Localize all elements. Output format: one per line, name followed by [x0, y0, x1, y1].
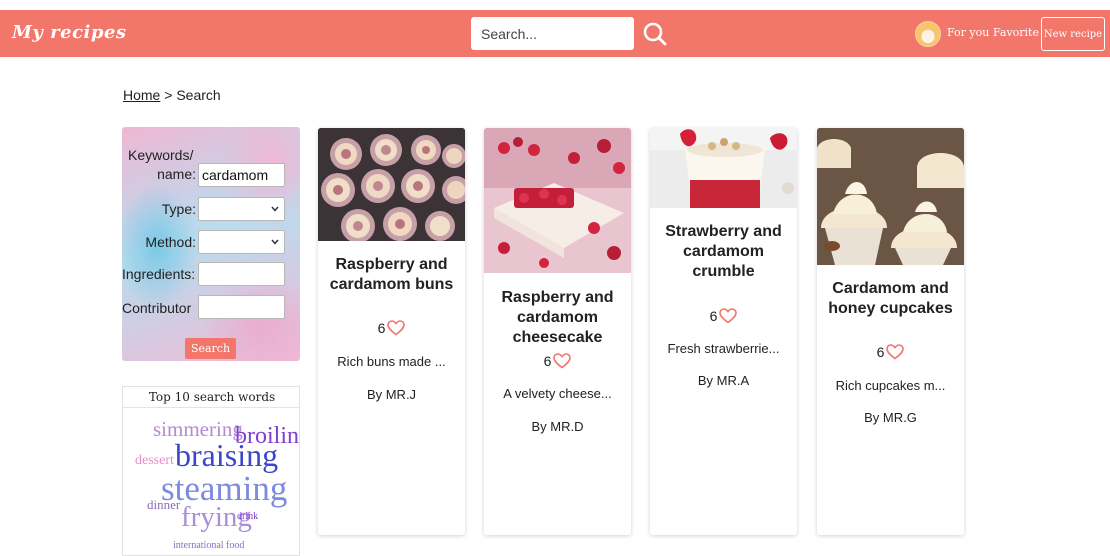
likes-count[interactable]: 6: [817, 344, 964, 360]
search-input[interactable]: [471, 17, 634, 50]
recipe-card[interactable]: Raspberry and cardamom buns 6 Rich buns …: [318, 128, 465, 535]
likes-value: 6: [377, 320, 386, 336]
nav-for-you[interactable]: For you: [947, 26, 989, 39]
method-select[interactable]: [198, 230, 285, 254]
heart-icon[interactable]: [553, 353, 572, 369]
recipe-description: Rich cupcakes m...: [835, 378, 946, 393]
likes-value: 6: [876, 344, 885, 360]
word-cloud-title: Top 10 search words: [123, 387, 299, 408]
recipe-image[interactable]: [817, 128, 964, 265]
search-icon[interactable]: [642, 21, 668, 47]
nav-favorite[interactable]: Favorite: [993, 26, 1039, 39]
recipe-title[interactable]: Raspberry and cardamom cheesecake: [490, 288, 625, 348]
likes-value: 6: [709, 308, 718, 324]
recipe-author[interactable]: By MR.A: [650, 373, 797, 388]
name-label: name:: [157, 166, 196, 182]
type-label: Type:: [161, 201, 196, 217]
keywords-input[interactable]: [198, 163, 285, 187]
recipe-title[interactable]: Cardamom and honey cupcakes: [823, 279, 958, 319]
recipe-image[interactable]: [484, 128, 631, 273]
ingredients-label: Ingredients:: [122, 266, 196, 282]
likes-count[interactable]: 6: [650, 308, 797, 324]
recipe-author[interactable]: By MR.G: [817, 410, 964, 425]
breadcrumb-home-link[interactable]: Home: [123, 87, 160, 103]
top-navbar: My recipes For you Favorite New recipe: [0, 10, 1110, 57]
keywords-label: Keywords/: [128, 147, 194, 163]
search-filter-panel: Keywords/ name: Type: Method: Ingredient…: [122, 127, 300, 361]
heart-icon[interactable]: [387, 320, 406, 336]
cloud-word[interactable]: dinner: [147, 497, 180, 513]
cloud-word[interactable]: dessert: [135, 453, 174, 469]
contributor-label: Contributor: [122, 300, 192, 316]
recipe-author[interactable]: By MR.D: [484, 419, 631, 434]
method-label: Method:: [145, 234, 196, 250]
recipe-image[interactable]: [650, 128, 797, 208]
recipe-card[interactable]: Strawberry and cardamom crumble 6 Fresh …: [650, 128, 797, 535]
breadcrumb-current: Search: [176, 87, 221, 103]
heart-icon[interactable]: [719, 308, 738, 324]
avatar[interactable]: [915, 21, 941, 47]
likes-count[interactable]: 6: [318, 320, 465, 336]
contributor-input[interactable]: [198, 295, 285, 319]
recipe-title[interactable]: Raspberry and cardamom buns: [324, 255, 459, 295]
ingredients-input[interactable]: [198, 262, 285, 286]
chevron-down-icon: [271, 206, 279, 212]
heart-icon[interactable]: [886, 344, 905, 360]
cloud-word[interactable]: drink: [237, 511, 258, 522]
recipe-description: Fresh strawberrie...: [667, 341, 780, 356]
likes-value: 6: [543, 353, 552, 369]
cloud-word[interactable]: international food: [173, 540, 244, 551]
chevron-down-icon: [271, 239, 279, 245]
recipe-title[interactable]: Strawberry and cardamom crumble: [656, 222, 791, 282]
breadcrumb-separator: >: [160, 87, 177, 103]
recipe-image[interactable]: [318, 128, 465, 241]
breadcrumb: Home > Search: [123, 87, 221, 103]
recipe-description: Rich buns made ...: [337, 354, 446, 369]
brand-logo[interactable]: My recipes: [12, 22, 127, 43]
recipe-card[interactable]: Raspberry and cardamom cheesecake 6 A ve…: [484, 128, 631, 535]
filter-search-button[interactable]: Search: [185, 338, 236, 359]
top-search-words-panel: Top 10 search words simmering broiling d…: [122, 386, 300, 556]
recipe-card[interactable]: Cardamom and honey cupcakes 6 Rich cupca…: [817, 128, 964, 535]
likes-count[interactable]: 6: [484, 353, 631, 369]
type-select[interactable]: [198, 197, 285, 221]
recipe-author[interactable]: By MR.J: [318, 387, 465, 402]
recipe-description: A velvety cheese...: [503, 386, 612, 401]
new-recipe-button[interactable]: New recipe: [1041, 17, 1105, 51]
